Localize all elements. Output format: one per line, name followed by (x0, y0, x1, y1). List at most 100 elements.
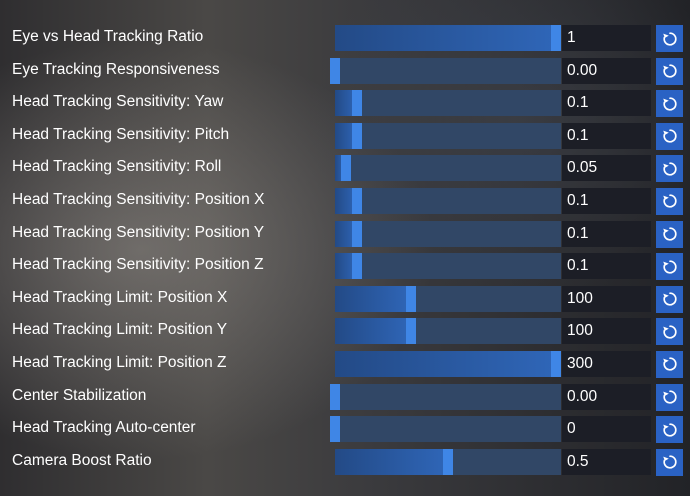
setting-label: Eye vs Head Tracking Ratio (12, 28, 204, 45)
setting-value-field[interactable]: 0 (562, 416, 651, 443)
slider-thumb[interactable] (352, 253, 363, 280)
reset-icon (662, 31, 678, 47)
reset-button[interactable] (656, 383, 683, 411)
setting-slider[interactable] (335, 187, 561, 214)
slider-thumb[interactable] (352, 90, 363, 117)
reset-icon (662, 324, 678, 340)
setting-row-14: Camera Boost Ratio 0.5 (0, 445, 690, 478)
setting-row-11: Head Tracking Limit: Position Z 300 (0, 347, 690, 380)
reset-icon (662, 226, 678, 242)
reset-button[interactable] (656, 448, 683, 476)
reset-button[interactable] (656, 187, 683, 215)
reset-button[interactable] (656, 350, 683, 378)
reset-icon (662, 291, 678, 307)
setting-row-4: Head Tracking Sensitivity: Pitch 0.1 (0, 119, 690, 152)
setting-row-7: Head Tracking Sensitivity: Position Y 0.… (0, 217, 690, 250)
setting-value-field[interactable]: 0.1 (562, 90, 651, 117)
setting-slider[interactable] (335, 220, 561, 247)
setting-value-field[interactable]: 0.1 (562, 187, 651, 214)
reset-icon (662, 356, 678, 372)
reset-button[interactable] (656, 318, 683, 346)
reset-icon (662, 63, 678, 79)
setting-slider[interactable] (330, 416, 561, 443)
setting-label: Head Tracking Sensitivity: Roll (12, 158, 222, 176)
setting-slider[interactable] (330, 383, 561, 410)
reset-icon (662, 128, 678, 144)
setting-row-1: Eye vs Head Tracking Ratio 1 (0, 21, 690, 54)
setting-slider[interactable] (335, 155, 561, 182)
slider-thumb[interactable] (443, 448, 453, 475)
reset-button[interactable] (656, 25, 683, 52)
setting-label: Eye Tracking Responsiveness (12, 60, 220, 78)
setting-label: Head Tracking Limit: Position Z (12, 353, 227, 371)
setting-value-field[interactable]: 0.1 (562, 122, 651, 149)
setting-label: Head Tracking Limit: Position X (12, 288, 228, 306)
setting-slider[interactable] (335, 285, 561, 312)
slider-thumb[interactable] (330, 383, 340, 410)
reset-button[interactable] (656, 155, 683, 183)
setting-value-field[interactable]: 0.00 (562, 57, 651, 84)
slider-thumb[interactable] (551, 350, 561, 377)
setting-value-field[interactable]: 0.1 (562, 220, 651, 247)
setting-value-field[interactable]: 300 (562, 350, 651, 377)
reset-icon (662, 161, 678, 177)
setting-value-field[interactable]: 1 (562, 25, 651, 51)
slider-thumb[interactable] (352, 220, 363, 247)
setting-row-8: Head Tracking Sensitivity: Position Z 0.… (0, 249, 690, 282)
setting-value-field[interactable]: 100 (562, 318, 651, 345)
slider-thumb[interactable] (330, 57, 340, 84)
setting-row-6: Head Tracking Sensitivity: Position X 0.… (0, 184, 690, 217)
setting-label: Head Tracking Sensitivity: Pitch (12, 125, 230, 143)
setting-slider[interactable] (335, 350, 561, 377)
setting-value-field[interactable]: 100 (562, 285, 651, 312)
slider-thumb[interactable] (352, 187, 363, 214)
reset-button[interactable] (656, 122, 683, 150)
setting-slider[interactable] (330, 57, 561, 84)
slider-fill (335, 318, 412, 345)
settings-list: Eye vs Head Tracking Ratio 1 Eye Trackin… (0, 21, 690, 477)
reset-button[interactable] (656, 90, 683, 118)
reset-icon (662, 259, 678, 275)
slider-thumb[interactable] (551, 25, 561, 51)
setting-value-field[interactable]: 0.00 (562, 383, 651, 410)
reset-button[interactable] (656, 253, 683, 281)
reset-icon (662, 193, 678, 209)
setting-slider[interactable] (335, 448, 561, 475)
setting-row-3: Head Tracking Sensitivity: Yaw 0.1 (0, 86, 690, 119)
setting-slider[interactable] (335, 253, 561, 280)
setting-row-12: Center Stabilization 0.00 (0, 380, 690, 413)
setting-slider[interactable] (335, 90, 561, 117)
slider-thumb[interactable] (352, 122, 363, 149)
reset-button[interactable] (656, 285, 683, 313)
setting-slider[interactable] (335, 25, 561, 51)
setting-label: Center Stabilization (12, 386, 147, 404)
setting-label: Camera Boost Ratio (12, 451, 152, 469)
reset-icon (662, 422, 678, 438)
slider-fill (335, 25, 556, 51)
setting-label: Head Tracking Sensitivity: Yaw (12, 93, 224, 111)
setting-row-9: Head Tracking Limit: Position X 100 (0, 282, 690, 315)
slider-fill (335, 350, 556, 377)
slider-thumb[interactable] (406, 318, 417, 345)
slider-thumb[interactable] (406, 285, 417, 312)
setting-row-13: Head Tracking Auto-center 0 (0, 412, 690, 445)
setting-value-field[interactable]: 0.05 (562, 155, 651, 182)
setting-label: Head Tracking Sensitivity: Position Z (12, 256, 264, 274)
reset-button[interactable] (656, 220, 683, 248)
setting-label: Head Tracking Sensitivity: Position X (12, 190, 265, 208)
slider-thumb[interactable] (330, 416, 340, 443)
reset-button[interactable] (656, 57, 683, 85)
setting-label: Head Tracking Limit: Position Y (12, 321, 228, 339)
slider-fill (335, 448, 448, 475)
slider-fill (335, 285, 412, 312)
slider-thumb[interactable] (341, 155, 352, 182)
reset-button[interactable] (656, 416, 683, 444)
setting-row-10: Head Tracking Limit: Position Y 100 (0, 314, 690, 347)
setting-slider[interactable] (335, 318, 561, 345)
reset-icon (662, 96, 678, 112)
setting-row-2: Eye Tracking Responsiveness 0.00 (0, 54, 690, 87)
setting-value-field[interactable]: 0.1 (562, 253, 651, 280)
setting-label: Head Tracking Auto-center (12, 419, 196, 437)
setting-value-field[interactable]: 0.5 (562, 448, 651, 475)
setting-slider[interactable] (335, 122, 561, 149)
